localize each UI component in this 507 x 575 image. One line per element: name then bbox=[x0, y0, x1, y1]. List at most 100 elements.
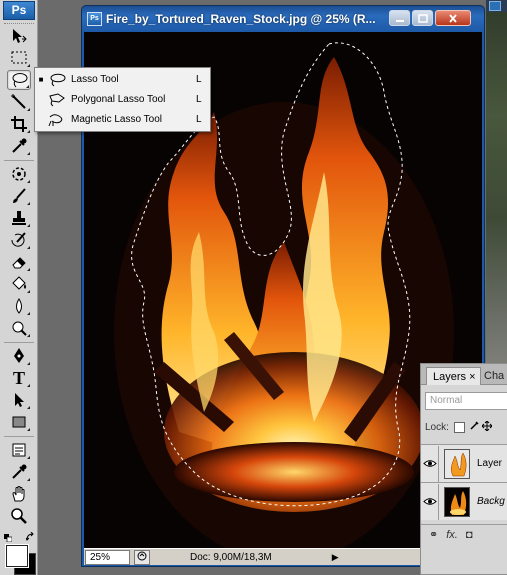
tool-group-corner bbox=[27, 428, 30, 431]
tab-layers[interactable]: Layers × bbox=[426, 367, 481, 385]
default-colors-icon[interactable] bbox=[4, 533, 13, 543]
maximize-button[interactable] bbox=[412, 10, 433, 26]
flyout-item-polygonal-lasso-tool[interactable]: Polygonal Lasso Tool L bbox=[35, 90, 210, 109]
document-size-info: Doc: 9,00M/18,3M bbox=[190, 551, 272, 563]
photoshop-workspace: Ps T Ps Fire_by_Tortured_Raven_Stock.jpg… bbox=[0, 0, 507, 575]
toolbox: Ps T bbox=[0, 0, 38, 575]
blur-tool[interactable] bbox=[7, 296, 31, 316]
minimize-button[interactable] bbox=[389, 10, 410, 26]
flyout-item-shortcut: L bbox=[196, 114, 202, 125]
layer-row[interactable]: Layer bbox=[421, 444, 507, 482]
photoshop-logo[interactable]: Ps bbox=[3, 1, 35, 20]
fx-icon[interactable]: fx. bbox=[446, 529, 458, 541]
eyedropper2-tool[interactable] bbox=[7, 462, 31, 482]
move-icon bbox=[13, 29, 27, 43]
layers-panel-footer: ⚭ fx. ◘ bbox=[421, 524, 507, 544]
tab-layers-label: Layers bbox=[433, 371, 467, 383]
tool-group-corner bbox=[27, 64, 30, 67]
crop-tool[interactable] bbox=[7, 114, 31, 134]
close-button[interactable] bbox=[435, 10, 471, 26]
toolbox-separator bbox=[4, 160, 34, 161]
healing-icon bbox=[12, 167, 26, 181]
tool-group-corner bbox=[27, 224, 30, 227]
flyout-item-label: Magnetic Lasso Tool bbox=[71, 114, 162, 125]
status-info-icon[interactable] bbox=[134, 549, 150, 565]
layers-panel: Layers × Cha Normal Lock: Layer Backg ⚭ … bbox=[420, 363, 507, 575]
blend-mode-select[interactable]: Normal bbox=[425, 392, 507, 410]
notes-tool[interactable] bbox=[7, 440, 31, 460]
notes-icon bbox=[12, 443, 26, 457]
lasso-tool-flyout-menu: ■ Lasso Tool L Polygonal Lasso Tool L Ma… bbox=[34, 67, 211, 132]
tool-group-corner bbox=[26, 85, 29, 88]
tool-group-corner bbox=[27, 268, 30, 271]
flyout-item-magnetic-lasso-tool[interactable]: Magnetic Lasso Tool L bbox=[35, 110, 210, 129]
minimize-icon bbox=[395, 19, 404, 22]
marquee-tool[interactable] bbox=[7, 48, 31, 68]
zoom-tool[interactable] bbox=[7, 506, 31, 526]
tool-group-corner bbox=[27, 312, 30, 315]
type-tool[interactable]: T bbox=[7, 368, 31, 388]
tool-group-corner bbox=[27, 202, 30, 205]
link-layers-icon[interactable]: ⚭ bbox=[429, 528, 438, 541]
tab-close-icon[interactable]: × bbox=[469, 371, 475, 383]
status-bar: 25% Doc: 9,00M/18,3M ▶ bbox=[84, 548, 424, 565]
polygonal-lasso-icon bbox=[47, 92, 67, 108]
rect-marquee-icon bbox=[11, 51, 27, 64]
quick-select-tool[interactable] bbox=[7, 92, 31, 112]
lock-transparency-icon[interactable] bbox=[453, 421, 465, 433]
type-icon: T bbox=[12, 367, 25, 388]
foreground-color-swatch[interactable] bbox=[5, 544, 29, 568]
tool-group-corner bbox=[27, 384, 30, 387]
flyout-item-label: Lasso Tool bbox=[71, 74, 119, 85]
tool-group-corner bbox=[27, 246, 30, 249]
status-menu-arrow[interactable]: ▶ bbox=[332, 552, 342, 563]
zoom-icon bbox=[11, 508, 27, 524]
layer-row[interactable]: Backg bbox=[421, 482, 507, 520]
hand-tool[interactable] bbox=[7, 484, 31, 504]
brush-tool[interactable] bbox=[7, 186, 31, 206]
zoom-level-field[interactable]: 25% bbox=[85, 549, 130, 565]
eyedropper-icon bbox=[12, 138, 27, 153]
tool-group-corner bbox=[27, 406, 30, 409]
layer-thumbnail bbox=[444, 448, 470, 479]
eraser-icon bbox=[12, 257, 26, 269]
close-icon bbox=[449, 13, 457, 23]
visibility-eye-icon[interactable] bbox=[421, 445, 439, 482]
arrow-icon bbox=[15, 393, 24, 407]
selected-bullet: ■ bbox=[38, 75, 44, 84]
history-brush-tool[interactable] bbox=[7, 230, 31, 250]
lock-position-icon[interactable] bbox=[481, 420, 493, 434]
tool-group-corner bbox=[27, 180, 30, 183]
flyout-item-lasso-tool[interactable]: ■ Lasso Tool L bbox=[35, 70, 210, 89]
path-select-tool[interactable] bbox=[7, 390, 31, 410]
background-document-titlebar bbox=[486, 0, 507, 12]
eyedropper-icon bbox=[12, 464, 27, 479]
eraser-tool[interactable] bbox=[7, 252, 31, 272]
visibility-eye-icon[interactable] bbox=[421, 483, 439, 520]
lasso-tool[interactable] bbox=[7, 70, 31, 90]
tool-group-corner bbox=[27, 152, 30, 155]
eyedropper-tool[interactable] bbox=[7, 136, 31, 156]
add-mask-icon[interactable]: ◘ bbox=[466, 529, 473, 541]
hand-icon bbox=[12, 486, 25, 502]
document-titlebar[interactable]: Ps Fire_by_Tortured_Raven_Stock.jpg @ 25… bbox=[82, 6, 484, 32]
tool-group-corner bbox=[27, 478, 30, 481]
flyout-item-label: Polygonal Lasso Tool bbox=[71, 94, 166, 105]
tab-channels[interactable]: Cha bbox=[478, 367, 507, 385]
lock-label: Lock: bbox=[425, 421, 449, 433]
tool-group-corner bbox=[27, 130, 30, 133]
stamp-tool[interactable] bbox=[7, 208, 31, 228]
swap-colors-icon[interactable] bbox=[25, 531, 36, 545]
tool-group-corner bbox=[27, 108, 30, 111]
tool-group-corner bbox=[27, 362, 30, 365]
dodge-tool[interactable] bbox=[7, 318, 31, 338]
document-ps-icon: Ps bbox=[87, 12, 102, 26]
paint-bucket-icon bbox=[12, 276, 26, 290]
layer-name: Layer bbox=[477, 458, 503, 469]
lock-image-icon[interactable] bbox=[469, 420, 479, 434]
healing-tool[interactable] bbox=[7, 164, 31, 184]
paint-bucket-tool[interactable] bbox=[7, 274, 31, 294]
move-tool[interactable] bbox=[7, 26, 31, 46]
shape-tool[interactable] bbox=[7, 412, 31, 432]
pen-tool[interactable] bbox=[7, 346, 31, 366]
